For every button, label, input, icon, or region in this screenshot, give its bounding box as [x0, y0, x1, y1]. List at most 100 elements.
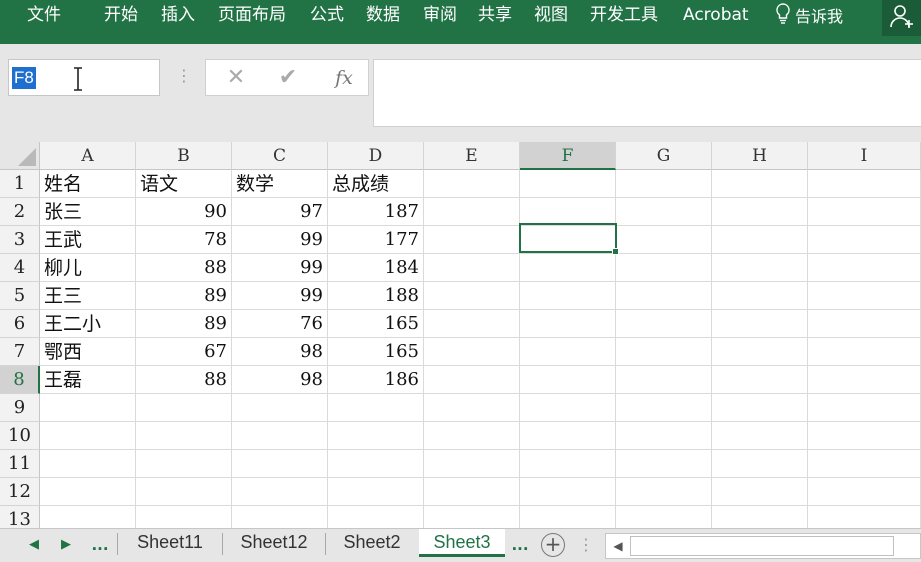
cell-i11[interactable]: [808, 450, 921, 478]
cell-f2[interactable]: [520, 198, 616, 226]
cell-f4[interactable]: [520, 254, 616, 282]
cell-f13[interactable]: [520, 506, 616, 528]
share-button[interactable]: [882, 0, 921, 36]
cell-f10[interactable]: [520, 422, 616, 450]
cell-c6[interactable]: 76: [232, 310, 328, 338]
more-tabs-right-button[interactable]: ...: [508, 535, 532, 555]
cell-f9[interactable]: [520, 394, 616, 422]
cell-h8[interactable]: [712, 366, 808, 394]
cell-c10[interactable]: [232, 422, 328, 450]
column-header-i[interactable]: I: [808, 142, 921, 170]
cell-h12[interactable]: [712, 478, 808, 506]
cell-g11[interactable]: [616, 450, 712, 478]
cell-g9[interactable]: [616, 394, 712, 422]
cell-i9[interactable]: [808, 394, 921, 422]
cell-e11[interactable]: [424, 450, 520, 478]
cell-h10[interactable]: [712, 422, 808, 450]
cell-i2[interactable]: [808, 198, 921, 226]
cell-a6[interactable]: 王二小: [40, 310, 136, 338]
cell-d13[interactable]: [328, 506, 424, 528]
cell-b11[interactable]: [136, 450, 232, 478]
cell-d1[interactable]: 总成绩: [328, 170, 424, 198]
cell-f12[interactable]: [520, 478, 616, 506]
cell-c7[interactable]: 98: [232, 338, 328, 366]
cell-g4[interactable]: [616, 254, 712, 282]
cell-b12[interactable]: [136, 478, 232, 506]
cell-g1[interactable]: [616, 170, 712, 198]
cell-a8[interactable]: 王磊: [40, 366, 136, 394]
cell-a10[interactable]: [40, 422, 136, 450]
tell-me-search[interactable]: 告诉我: [775, 3, 843, 27]
scroll-tabs-left-button[interactable]: ◀: [24, 535, 44, 555]
cell-a3[interactable]: 王武: [40, 226, 136, 254]
cell-c5[interactable]: 99: [232, 282, 328, 310]
cell-h6[interactable]: [712, 310, 808, 338]
row-header-8[interactable]: 8: [0, 366, 40, 394]
add-sheet-button[interactable]: +: [541, 533, 565, 557]
cell-g6[interactable]: [616, 310, 712, 338]
cell-b4[interactable]: 88: [136, 254, 232, 282]
cell-e12[interactable]: [424, 478, 520, 506]
cell-a13[interactable]: [40, 506, 136, 528]
cell-f3[interactable]: [520, 226, 616, 254]
cell-d12[interactable]: [328, 478, 424, 506]
cell-e6[interactable]: [424, 310, 520, 338]
cell-c11[interactable]: [232, 450, 328, 478]
tab-review[interactable]: 审阅: [423, 3, 457, 27]
cell-c2[interactable]: 97: [232, 198, 328, 226]
column-header-d[interactable]: D: [328, 142, 424, 170]
cell-g12[interactable]: [616, 478, 712, 506]
column-header-a[interactable]: A: [40, 142, 136, 170]
name-box[interactable]: F8: [8, 59, 160, 96]
cell-d4[interactable]: 184: [328, 254, 424, 282]
cell-a12[interactable]: [40, 478, 136, 506]
cell-h3[interactable]: [712, 226, 808, 254]
cell-c4[interactable]: 99: [232, 254, 328, 282]
cell-e5[interactable]: [424, 282, 520, 310]
cell-c3[interactable]: 99: [232, 226, 328, 254]
tab-acrobat[interactable]: Acrobat: [683, 3, 749, 27]
cell-i12[interactable]: [808, 478, 921, 506]
tab-share[interactable]: 共享: [478, 3, 512, 27]
row-header-9[interactable]: 9: [0, 394, 40, 422]
cell-i5[interactable]: [808, 282, 921, 310]
cell-e9[interactable]: [424, 394, 520, 422]
column-header-c[interactable]: C: [232, 142, 328, 170]
cell-b7[interactable]: 67: [136, 338, 232, 366]
cancel-button[interactable]: ✕: [224, 66, 248, 90]
cell-e10[interactable]: [424, 422, 520, 450]
cell-a7[interactable]: 鄂西: [40, 338, 136, 366]
cell-b2[interactable]: 90: [136, 198, 232, 226]
tab-page-layout[interactable]: 页面布局: [218, 3, 286, 27]
cell-d8[interactable]: 186: [328, 366, 424, 394]
cell-d11[interactable]: [328, 450, 424, 478]
row-header-4[interactable]: 4: [0, 254, 40, 282]
horizontal-scrollbar[interactable]: ◀: [605, 533, 921, 559]
cell-i6[interactable]: [808, 310, 921, 338]
cell-a1[interactable]: 姓名: [40, 170, 136, 198]
select-all-button[interactable]: [0, 142, 40, 170]
cell-i4[interactable]: [808, 254, 921, 282]
cell-i7[interactable]: [808, 338, 921, 366]
cell-c13[interactable]: [232, 506, 328, 528]
cell-h4[interactable]: [712, 254, 808, 282]
cell-b10[interactable]: [136, 422, 232, 450]
formula-bar-resize-handle[interactable]: ⋮: [176, 66, 192, 86]
cell-h1[interactable]: [712, 170, 808, 198]
cell-i10[interactable]: [808, 422, 921, 450]
cell-d6[interactable]: 165: [328, 310, 424, 338]
cell-a4[interactable]: 柳儿: [40, 254, 136, 282]
cell-b6[interactable]: 89: [136, 310, 232, 338]
sheet-tab-sheet3[interactable]: Sheet3: [419, 529, 505, 557]
more-tabs-left-button[interactable]: ...: [88, 535, 112, 555]
cell-b8[interactable]: 88: [136, 366, 232, 394]
column-header-h[interactable]: H: [712, 142, 808, 170]
tab-split-handle[interactable]: ⋮: [576, 535, 596, 555]
cell-g8[interactable]: [616, 366, 712, 394]
cell-d2[interactable]: 187: [328, 198, 424, 226]
cell-f5[interactable]: [520, 282, 616, 310]
cell-h2[interactable]: [712, 198, 808, 226]
cell-b13[interactable]: [136, 506, 232, 528]
tab-insert[interactable]: 插入: [161, 3, 195, 27]
cell-d7[interactable]: 165: [328, 338, 424, 366]
